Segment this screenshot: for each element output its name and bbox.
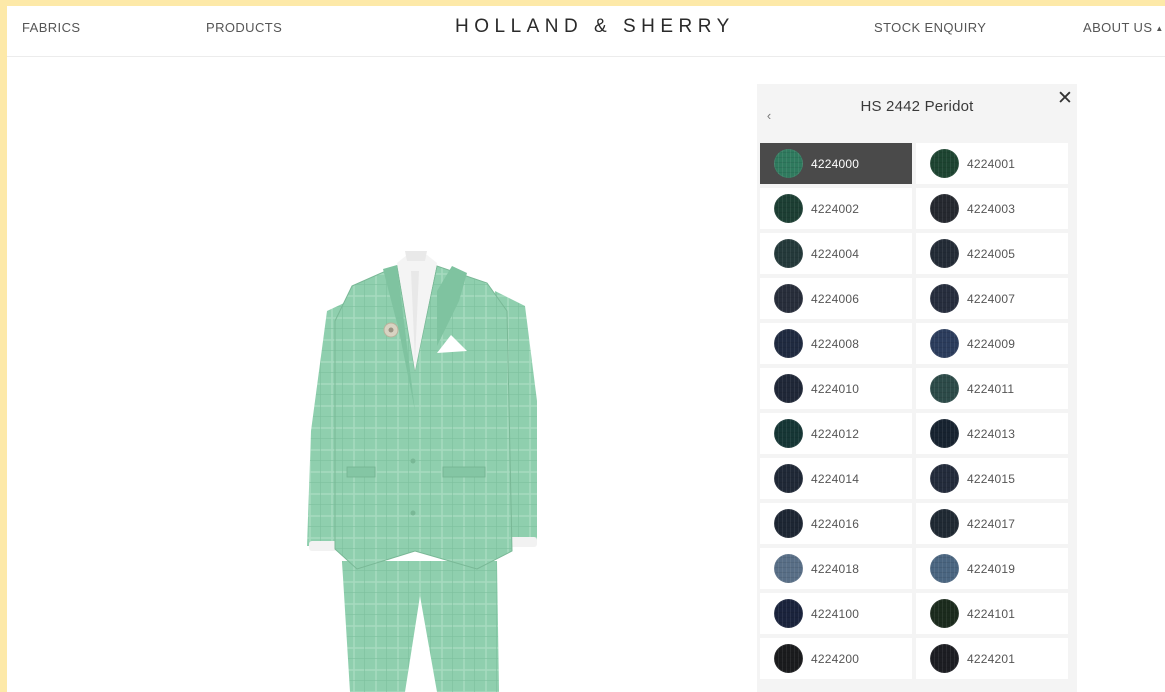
fabric-swatch-chip [930, 599, 959, 628]
swatch-grid: 4224000 4224001 4224002 4224003 4224004 42240… [760, 143, 1070, 679]
panel-title: HS 2442 Peridot [860, 98, 974, 115]
swatch-code-label: 4224005 [967, 246, 1016, 261]
swatch-item[interactable]: 4224000 [760, 143, 912, 184]
swatch-item[interactable]: 4224007 [916, 278, 1068, 319]
caret-up-icon: ▲ [1155, 24, 1164, 34]
swatch-code-label: 4224001 [967, 156, 1016, 171]
swatch-item[interactable]: 4224005 [916, 233, 1068, 274]
swatch-item[interactable]: 4224009 [916, 323, 1068, 364]
swatch-item[interactable]: 4224013 [916, 413, 1068, 454]
nav-products-link[interactable]: PRODUCTS [206, 20, 282, 35]
swatch-code-label: 4224100 [811, 606, 860, 621]
fabric-swatch-chip [930, 644, 959, 673]
panel-header: ‹ HS 2442 Peridot ✕ [757, 84, 1077, 140]
swatch-code-label: 4224016 [811, 516, 860, 531]
swatch-item[interactable]: 4224002 [760, 188, 912, 229]
swatch-code-label: 4224008 [811, 336, 860, 351]
fabric-swatch-chip [930, 149, 959, 178]
fabric-swatch-chip [930, 194, 959, 223]
swatch-item[interactable]: 4224014 [760, 458, 912, 499]
fabric-swatch-chip [774, 464, 803, 493]
swatch-code-label: 4224011 [967, 381, 1015, 396]
fabric-swatch-chip [930, 374, 959, 403]
swatch-code-label: 4224013 [967, 426, 1016, 441]
swatch-code-label: 4224006 [811, 291, 860, 306]
swatch-item[interactable]: 4224006 [760, 278, 912, 319]
nav-about-us-label: ABOUT US [1083, 20, 1153, 35]
fabric-swatch-chip [930, 329, 959, 358]
swatch-code-label: 4224004 [811, 246, 860, 261]
swatch-item[interactable]: 4224008 [760, 323, 912, 364]
swatch-item[interactable]: 4224010 [760, 368, 912, 409]
brand-logo[interactable]: HOLLAND & SHERRY [455, 16, 735, 38]
swatch-code-label: 4224003 [967, 201, 1016, 216]
swatch-item[interactable]: 4224201 [916, 638, 1068, 679]
swatch-item[interactable]: 4224101 [916, 593, 1068, 634]
swatch-code-label: 4224009 [967, 336, 1016, 351]
swatch-item[interactable]: 4224200 [760, 638, 912, 679]
fabric-swatch-chip [774, 599, 803, 628]
nav-fabrics-link[interactable]: FABRICS [22, 20, 80, 35]
fabric-swatch-chip [930, 419, 959, 448]
fabric-swatch-chip [774, 194, 803, 223]
swatch-code-label: 4224017 [967, 516, 1016, 531]
fabric-swatch-chip [930, 509, 959, 538]
fabric-swatch-chip [774, 554, 803, 583]
fabric-swatch-chip [774, 239, 803, 268]
swatch-item[interactable]: 4224003 [916, 188, 1068, 229]
fabric-swatch-chip [930, 284, 959, 313]
swatch-item[interactable]: 4224017 [916, 503, 1068, 544]
fabric-swatch-chip [774, 284, 803, 313]
fabric-swatch-chip [774, 329, 803, 358]
swatch-item[interactable]: 4224015 [916, 458, 1068, 499]
fabric-swatch-chip [930, 464, 959, 493]
swatch-code-label: 4224012 [811, 426, 860, 441]
swatch-code-label: 4224000 [811, 156, 860, 171]
suit-3d-preview[interactable] [287, 251, 557, 692]
page: FABRICS PRODUCTS HOLLAND & SHERRY STOCK … [7, 6, 1165, 692]
fabric-swatch-chip [774, 149, 803, 178]
top-navigation: FABRICS PRODUCTS HOLLAND & SHERRY STOCK … [7, 6, 1165, 57]
swatch-item[interactable]: 4224018 [760, 548, 912, 589]
fabric-swatch-chip [774, 374, 803, 403]
fabric-swatch-chip [774, 644, 803, 673]
swatch-item[interactable]: 4224011 [916, 368, 1068, 409]
swatch-item[interactable]: 4224004 [760, 233, 912, 274]
suit-illustration [307, 251, 537, 692]
close-icon[interactable]: ✕ [1055, 89, 1075, 109]
swatch-code-label: 4224010 [811, 381, 860, 396]
swatch-code-label: 4224007 [967, 291, 1016, 306]
fabric-swatch-chip [774, 419, 803, 448]
fabric-swatch-panel: ‹ HS 2442 Peridot ✕ 4224000 4224001 422400… [757, 84, 1077, 692]
swatch-code-label: 4224002 [811, 201, 860, 216]
swatch-item[interactable]: 4224019 [916, 548, 1068, 589]
swatch-item[interactable]: 4224016 [760, 503, 912, 544]
swatch-code-label: 4224015 [967, 471, 1016, 486]
swatch-code-label: 4224014 [811, 471, 860, 486]
swatch-code-label: 4224200 [811, 651, 860, 666]
swatch-code-label: 4224201 [967, 651, 1016, 666]
swatch-item[interactable]: 4224100 [760, 593, 912, 634]
swatch-code-label: 4224018 [811, 561, 860, 576]
swatch-code-label: 4224101 [967, 606, 1016, 621]
swatch-code-label: 4224019 [967, 561, 1016, 576]
fabric-swatch-chip [930, 239, 959, 268]
swatch-item[interactable]: 4224001 [916, 143, 1068, 184]
fabric-swatch-chip [930, 554, 959, 583]
nav-stock-enquiry-link[interactable]: STOCK ENQUIRY [874, 20, 986, 35]
fabric-swatch-chip [774, 509, 803, 538]
swatch-item[interactable]: 4224012 [760, 413, 912, 454]
nav-about-us-link[interactable]: ABOUT US ▲ [1083, 20, 1164, 35]
